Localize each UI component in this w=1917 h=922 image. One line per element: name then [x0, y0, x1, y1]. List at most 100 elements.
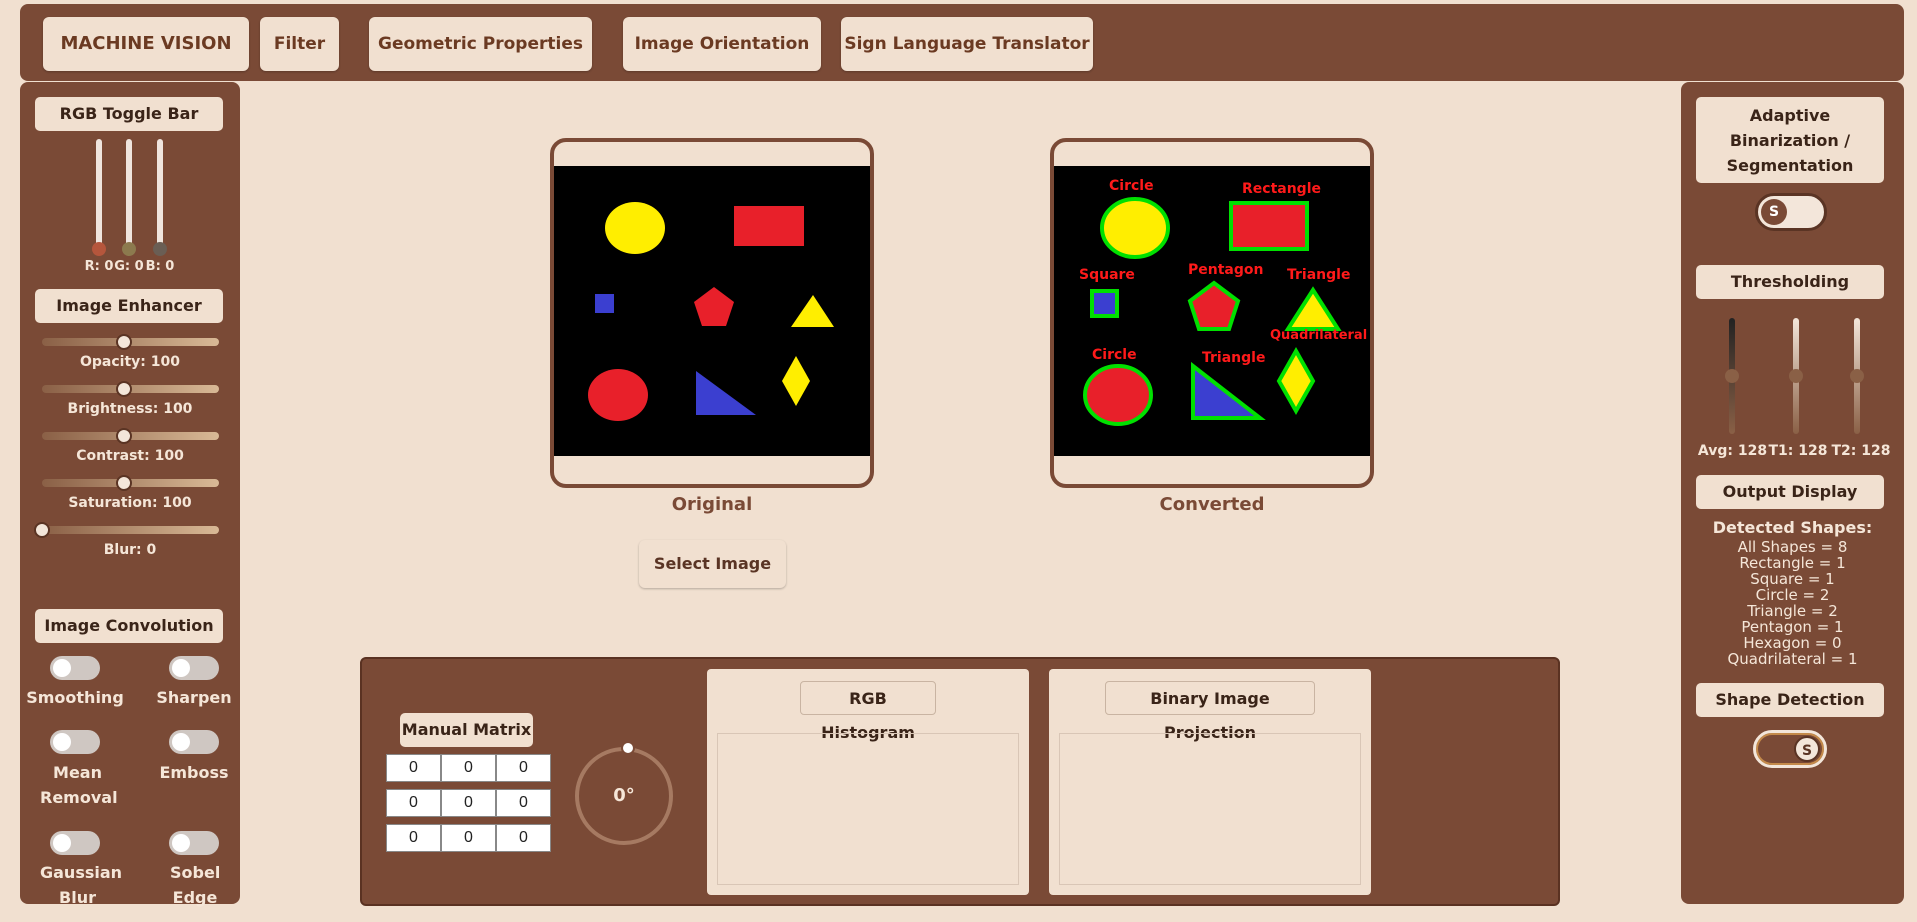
green-slider-knob[interactable] [122, 242, 136, 256]
shape-label: Quadrilateral [1270, 328, 1367, 343]
avg-threshold-knob[interactable] [1725, 369, 1739, 383]
original-image [554, 166, 870, 456]
output-display-title: Output Display [1696, 475, 1884, 509]
smoothing-label: Smoothing [26, 688, 124, 707]
rgb-histogram-title[interactable]: RGB Histogram [800, 681, 936, 742]
left-sidebar: RGB Toggle Bar R: 0 G: 0 B: 0 Image Enha… [20, 82, 240, 907]
detected-shape-count: Triangle = 2 [1747, 602, 1838, 620]
opacity-label: Opacity: 100 [80, 354, 180, 370]
saturation-knob[interactable] [115, 475, 132, 491]
gaussian-blur-toggle[interactable] [50, 831, 100, 855]
binary-projection-card: Binary Image Projection [1049, 669, 1371, 895]
green-slider[interactable] [126, 139, 132, 247]
converted-caption: Converted [1159, 494, 1265, 515]
top-nav: MACHINE VISION Filter Geometric Properti… [20, 4, 1904, 81]
detected-triangle-1 [1284, 286, 1342, 331]
detected-shape-count: Hexagon = 0 [1743, 634, 1842, 652]
adaptive-binarization-title: Adaptive Binarization / Segmentation [1696, 97, 1884, 183]
toggle-knob: S [1794, 736, 1820, 762]
shape-label: Square [1079, 267, 1135, 283]
green-value: G: 0 [114, 259, 144, 274]
detected-quadrilateral [1276, 346, 1316, 416]
bottom-panel: Manual Matrix 0 0 0 0 0 0 0 0 0 0° RGB H… [360, 657, 1560, 906]
red-value: R: 0 [84, 259, 114, 274]
rotation-dial[interactable]: 0° [575, 741, 673, 845]
thresholding-title: Thresholding [1696, 265, 1884, 299]
red-pentagon [694, 287, 734, 326]
shape-label: Pentagon [1188, 262, 1263, 278]
red-slider[interactable] [96, 139, 102, 247]
matrix-cell[interactable]: 0 [441, 789, 496, 817]
matrix-cell[interactable]: 0 [496, 754, 551, 782]
blue-slider[interactable] [157, 139, 163, 247]
nav-sign-language-translator[interactable]: Sign Language Translator [841, 17, 1093, 71]
rgb-toggle-title: RGB Toggle Bar [35, 97, 223, 131]
detected-circle-2 [1083, 364, 1153, 426]
rgb-histogram-card: RGB Histogram [707, 669, 1029, 895]
emboss-label: Emboss [159, 763, 229, 782]
brightness-knob[interactable] [115, 381, 132, 397]
shape-label: Triangle [1287, 267, 1350, 283]
original-caption: Original [671, 494, 753, 515]
image-enhancer-title: Image Enhancer [35, 289, 223, 323]
blur-knob[interactable] [34, 522, 50, 538]
select-image-button[interactable]: Select Image [639, 540, 786, 588]
original-shapes [588, 202, 834, 421]
toggle-knob [53, 659, 71, 677]
matrix-cell[interactable]: 0 [496, 824, 551, 852]
matrix-cell[interactable]: 0 [496, 789, 551, 817]
t1-threshold-knob[interactable] [1789, 369, 1803, 383]
image-convolution-title: Image Convolution [35, 609, 223, 643]
mean-removal-toggle[interactable] [50, 730, 100, 754]
sobel-edge-toggle[interactable] [169, 831, 219, 855]
converted-image-frame: Circle Rectangle Square Pentagon Triangl… [1050, 138, 1374, 488]
detected-shape-count: Rectangle = 1 [1739, 554, 1846, 572]
matrix-cell[interactable]: 0 [386, 789, 441, 817]
detected-shape-count: Quadrilateral = 1 [1727, 650, 1858, 668]
blue-right-triangle [696, 371, 756, 415]
avg-threshold-value: Avg: 128 [1697, 443, 1768, 459]
emboss-toggle[interactable] [169, 730, 219, 754]
matrix-cell[interactable]: 0 [386, 824, 441, 852]
shape-label: Circle [1092, 347, 1137, 363]
matrix-cell[interactable]: 0 [386, 754, 441, 782]
detected-shape-count: Circle = 2 [1755, 586, 1830, 604]
t2-threshold-knob[interactable] [1850, 369, 1864, 383]
gaussian-blur-label: Gaussian Blur [40, 863, 123, 907]
sharpen-toggle[interactable] [169, 656, 219, 680]
shape-label: Triangle [1202, 350, 1265, 366]
rotation-value: 0° [613, 785, 635, 806]
nav-geometric-properties[interactable]: Geometric Properties [369, 17, 592, 71]
manual-matrix-title[interactable]: Manual Matrix [400, 713, 533, 747]
yellow-diamond [782, 356, 810, 406]
red-rectangle [734, 206, 804, 246]
shape-detection-title: Shape Detection [1696, 683, 1884, 717]
contrast-knob[interactable] [115, 428, 132, 444]
nav-filter[interactable]: Filter [260, 17, 339, 71]
detected-shape-count: All Shapes = 8 [1737, 538, 1848, 556]
matrix-cell[interactable]: 0 [441, 754, 496, 782]
rgb-histogram-plot [717, 733, 1019, 885]
blue-value: B: 0 [145, 259, 175, 274]
blur-slider[interactable] [42, 526, 219, 534]
toggle-knob [172, 659, 190, 677]
detected-shape-count: Pentagon = 1 [1741, 618, 1844, 636]
shape-detection-toggle[interactable]: S [1753, 730, 1827, 768]
brightness-label: Brightness: 100 [67, 401, 193, 417]
binary-projection-plot [1059, 733, 1361, 885]
saturation-label: Saturation: 100 [68, 495, 192, 511]
opacity-knob[interactable] [115, 334, 132, 350]
red-slider-knob[interactable] [92, 242, 106, 256]
nav-image-orientation[interactable]: Image Orientation [623, 17, 821, 71]
toggle-knob [172, 834, 190, 852]
sharpen-label: Sharpen [156, 688, 232, 707]
adaptive-binarization-toggle[interactable]: S [1755, 193, 1827, 231]
blue-slider-knob[interactable] [153, 242, 167, 256]
matrix-cell[interactable]: 0 [441, 824, 496, 852]
converted-shapes: Circle Rectangle Square Pentagon Triangl… [1079, 178, 1367, 426]
mean-removal-label: Mean Removal [40, 763, 118, 807]
detected-square [1090, 289, 1119, 318]
brand-button[interactable]: MACHINE VISION [43, 17, 249, 71]
smoothing-toggle[interactable] [50, 656, 100, 680]
binary-projection-title[interactable]: Binary Image Projection [1105, 681, 1315, 742]
